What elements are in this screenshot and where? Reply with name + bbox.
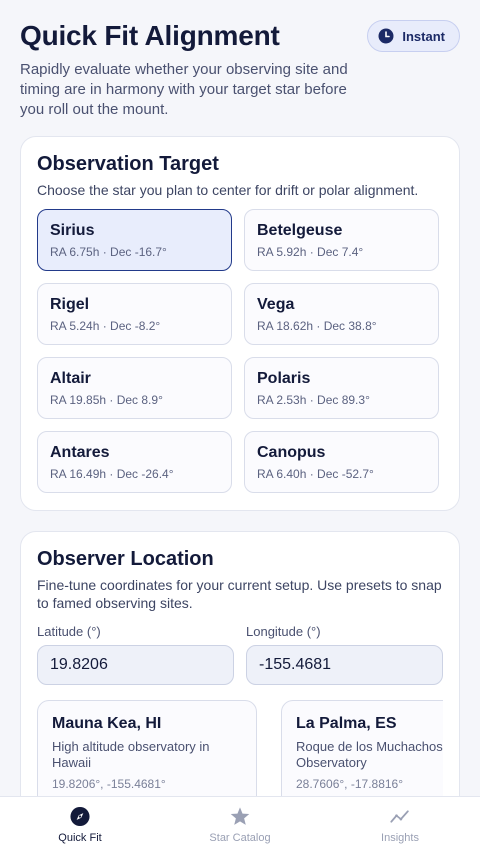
tab-label: Star Catalog bbox=[209, 832, 271, 844]
tab-quick-fit[interactable]: Quick Fit bbox=[0, 797, 160, 844]
trend-line-icon bbox=[390, 810, 409, 823]
clock-icon bbox=[378, 28, 394, 44]
star-option[interactable]: Betelgeuse RA 5.92h · Dec 7.4° bbox=[244, 209, 439, 271]
compass-icon bbox=[70, 806, 90, 827]
star-icon bbox=[230, 807, 250, 825]
section-description: Fine-tune coordinates for your current s… bbox=[37, 577, 442, 611]
star-coords: RA 16.49h · Dec -26.4° bbox=[50, 467, 174, 481]
tab-star-catalog[interactable]: Star Catalog bbox=[160, 797, 320, 844]
star-name: Rigel bbox=[50, 296, 90, 313]
star-coords: RA 5.92h · Dec 7.4° bbox=[257, 245, 364, 259]
star-name: Betelgeuse bbox=[257, 222, 343, 239]
star-option[interactable]: Polaris RA 2.53h · Dec 89.3° bbox=[244, 357, 439, 419]
star-name: Canopus bbox=[257, 444, 326, 461]
badge-label: Instant bbox=[402, 28, 445, 44]
longitude-label: Longitude (°) bbox=[246, 624, 321, 639]
star-option[interactable]: Antares RA 16.49h · Dec -26.4° bbox=[37, 431, 232, 493]
star-coords: RA 19.85h · Dec 8.9° bbox=[50, 393, 163, 407]
tab-insights[interactable]: Insights bbox=[320, 797, 480, 844]
preset-name: La Palma, ES bbox=[296, 715, 397, 732]
longitude-field-group: Longitude (°) -155.4681 bbox=[246, 624, 443, 685]
preset-card-mauna-kea[interactable]: Mauna Kea, HI High altitude observatory … bbox=[37, 700, 257, 796]
star-option[interactable]: Sirius RA 6.75h · Dec -16.7° bbox=[37, 209, 232, 271]
star-option[interactable]: Canopus RA 6.40h · Dec -52.7° bbox=[244, 431, 439, 493]
star-name: Polaris bbox=[257, 370, 311, 387]
star-coords: RA 2.53h · Dec 89.3° bbox=[257, 393, 370, 407]
latitude-field-group: Latitude (°) 19.8206 bbox=[37, 624, 234, 685]
tab-label: Insights bbox=[381, 832, 419, 844]
star-name: Vega bbox=[257, 296, 295, 313]
star-name: Altair bbox=[50, 370, 91, 387]
star-option[interactable]: Altair RA 19.85h · Dec 8.9° bbox=[37, 357, 232, 419]
preset-description: High altitude observatory in Hawaii bbox=[52, 739, 210, 770]
star-coords: RA 5.24h · Dec -8.2° bbox=[50, 319, 161, 333]
preset-description: Roque de los Muchachos Observatory bbox=[296, 739, 443, 770]
observation-target-card: Observation Target Choose the star you p… bbox=[20, 136, 460, 511]
preset-coords: 28.7606°, -17.8816° bbox=[296, 777, 404, 791]
page-subtitle: Rapidly evaluate whether your observing … bbox=[20, 61, 348, 118]
star-option[interactable]: Vega RA 18.62h · Dec 38.8° bbox=[244, 283, 439, 345]
star-option[interactable]: Rigel RA 5.24h · Dec -8.2° bbox=[37, 283, 232, 345]
star-name: Sirius bbox=[50, 222, 95, 239]
preset-card-la-palma[interactable]: La Palma, ES Roque de los Muchachos Obse… bbox=[281, 700, 443, 796]
longitude-input[interactable]: -155.4681 bbox=[246, 645, 443, 685]
instant-badge[interactable]: Instant bbox=[367, 20, 460, 52]
section-description: Choose the star you plan to center for d… bbox=[37, 182, 419, 198]
bottom-tab-bar: Quick Fit Star Catalog Insights bbox=[0, 796, 480, 844]
star-coords: RA 6.40h · Dec -52.7° bbox=[257, 467, 374, 481]
star-coords: RA 6.75h · Dec -16.7° bbox=[50, 245, 167, 259]
star-name: Antares bbox=[50, 444, 110, 461]
preset-coords: 19.8206°, -155.4681° bbox=[52, 777, 166, 791]
main-scroll[interactable]: Quick Fit Alignment Instant Rapidly eval… bbox=[0, 0, 480, 796]
coordinate-fields: Latitude (°) 19.8206 Longitude (°) -155.… bbox=[37, 624, 443, 685]
section-title: Observation Target bbox=[37, 153, 219, 175]
latitude-input[interactable]: 19.8206 bbox=[37, 645, 234, 685]
tab-label: Quick Fit bbox=[58, 832, 102, 844]
star-grid: Sirius RA 6.75h · Dec -16.7° Betelgeuse … bbox=[37, 209, 439, 493]
preset-carousel[interactable]: Mauna Kea, HI High altitude observatory … bbox=[37, 700, 443, 796]
observer-location-card: Observer Location Fine-tune coordinates … bbox=[20, 531, 460, 796]
preset-name: Mauna Kea, HI bbox=[52, 715, 162, 732]
page-header: Quick Fit Alignment Instant Rapidly eval… bbox=[0, 0, 480, 120]
star-coords: RA 18.62h · Dec 38.8° bbox=[257, 319, 377, 333]
section-title: Observer Location bbox=[37, 548, 214, 570]
latitude-label: Latitude (°) bbox=[37, 624, 101, 639]
